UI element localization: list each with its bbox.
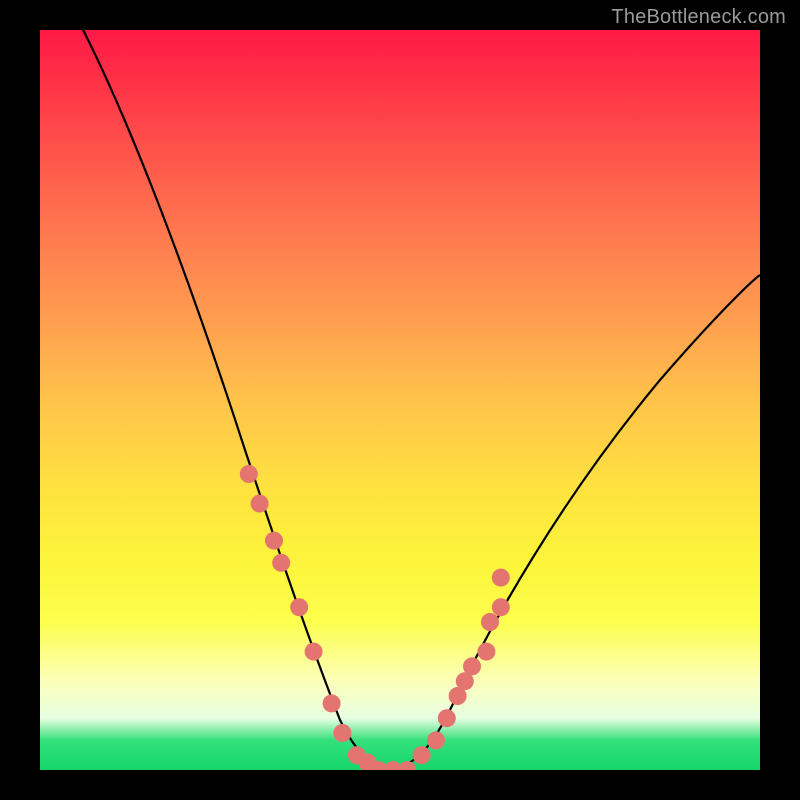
marker-dot [272, 554, 290, 572]
marker-dot [265, 532, 283, 550]
marker-dot [290, 598, 308, 616]
marker-dot [305, 643, 323, 661]
highlighted-points [240, 465, 510, 770]
curve-layer [40, 30, 760, 770]
marker-dot [438, 709, 456, 727]
chart-frame: TheBottleneck.com [0, 0, 800, 800]
marker-dot [333, 724, 351, 742]
marker-dot [251, 495, 269, 513]
watermark-text: TheBottleneck.com [611, 6, 786, 29]
marker-dot [398, 761, 416, 770]
marker-dot [240, 465, 258, 483]
marker-dot [477, 643, 495, 661]
marker-dot [323, 694, 341, 712]
plot-area [40, 30, 760, 770]
marker-dot [492, 598, 510, 616]
marker-dot [427, 731, 445, 749]
bottleneck-curve [78, 30, 760, 768]
marker-dot [481, 613, 499, 631]
marker-dot [492, 569, 510, 587]
marker-dot [413, 746, 431, 764]
marker-dot [463, 657, 481, 675]
